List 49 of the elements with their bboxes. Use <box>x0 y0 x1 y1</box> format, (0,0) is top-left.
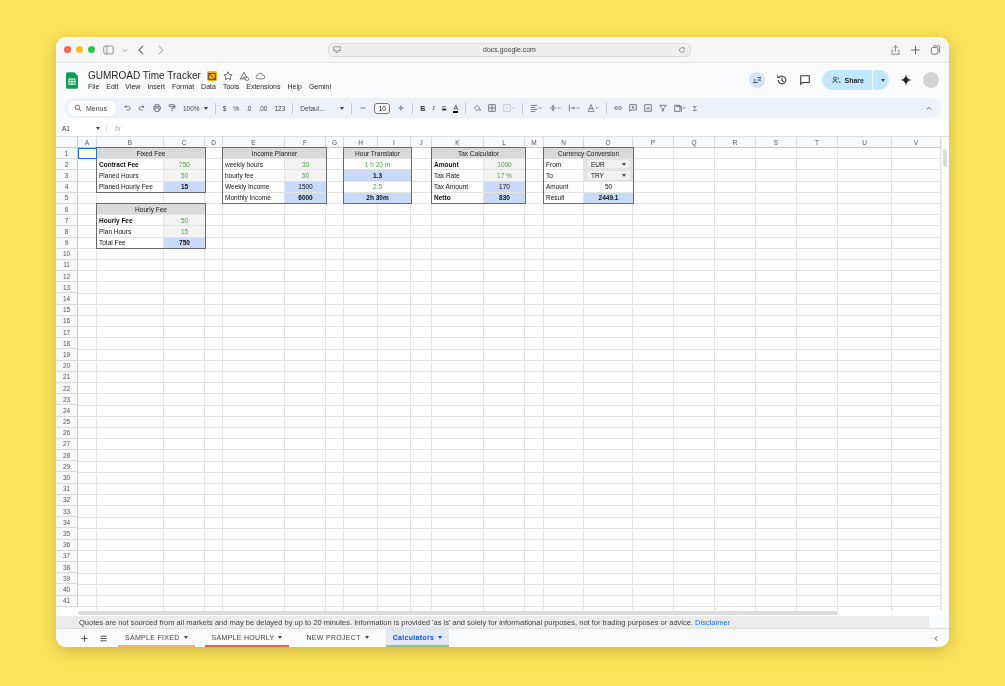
print-icon[interactable] <box>153 104 161 112</box>
caret-icon <box>881 78 885 82</box>
collaborator-panel-icon[interactable] <box>748 72 765 88</box>
chart-icon[interactable] <box>644 104 653 112</box>
align-icon[interactable] <box>530 104 543 112</box>
text-wrap-icon[interactable] <box>568 104 581 112</box>
cloud-icon[interactable] <box>254 70 265 81</box>
redo-icon[interactable] <box>138 104 146 112</box>
undo-icon[interactable] <box>123 104 131 112</box>
select-all-corner[interactable] <box>56 137 78 148</box>
star-icon[interactable] <box>222 70 233 81</box>
menu-icon[interactable] <box>99 633 108 643</box>
sidebar-icon[interactable] <box>103 44 114 55</box>
page-icon <box>333 45 341 54</box>
add-comment-icon[interactable] <box>629 104 638 112</box>
horizontal-scrollbar[interactable] <box>56 610 949 616</box>
sheets-logo-icon[interactable] <box>66 71 78 89</box>
minimize-window-icon[interactable] <box>76 46 83 53</box>
cell-cursor <box>78 148 97 160</box>
collapse-icon[interactable] <box>925 104 933 112</box>
people-icon <box>831 76 841 84</box>
merge-cells-icon[interactable] <box>503 104 516 112</box>
comment-icon[interactable] <box>798 74 811 86</box>
fill-color-icon[interactable] <box>473 104 482 112</box>
history-icon[interactable] <box>775 74 788 86</box>
search-icon <box>74 104 82 112</box>
minus-icon[interactable] <box>359 104 368 112</box>
filter-icon[interactable] <box>659 104 668 112</box>
text-rotate-icon[interactable] <box>587 104 600 112</box>
folder-badge-icon[interactable] <box>206 70 217 81</box>
new-tab-icon[interactable] <box>910 44 921 55</box>
share-options-button[interactable] <box>873 70 889 90</box>
document-title[interactable]: GUMROAD Time Tracker <box>88 70 201 81</box>
borders-icon[interactable] <box>488 104 497 112</box>
paint-format-icon[interactable] <box>168 104 176 112</box>
plus-icon[interactable] <box>397 104 406 112</box>
reload-icon[interactable] <box>678 45 686 54</box>
sparkle-icon[interactable] <box>900 74 912 86</box>
vertical-scrollbar[interactable] <box>941 137 949 610</box>
tabs-overview-icon[interactable] <box>930 44 941 55</box>
vertical-align-icon[interactable] <box>549 104 562 112</box>
add-sheet-icon[interactable] <box>80 633 89 643</box>
move-drive-icon[interactable] <box>238 70 249 81</box>
share-icon[interactable] <box>890 44 901 55</box>
close-window-icon[interactable] <box>64 46 71 53</box>
zoom-window-icon[interactable] <box>88 46 95 53</box>
filter-views-icon[interactable] <box>674 104 687 112</box>
link-icon[interactable] <box>614 104 623 112</box>
collapse-side-icon[interactable] <box>932 633 941 643</box>
